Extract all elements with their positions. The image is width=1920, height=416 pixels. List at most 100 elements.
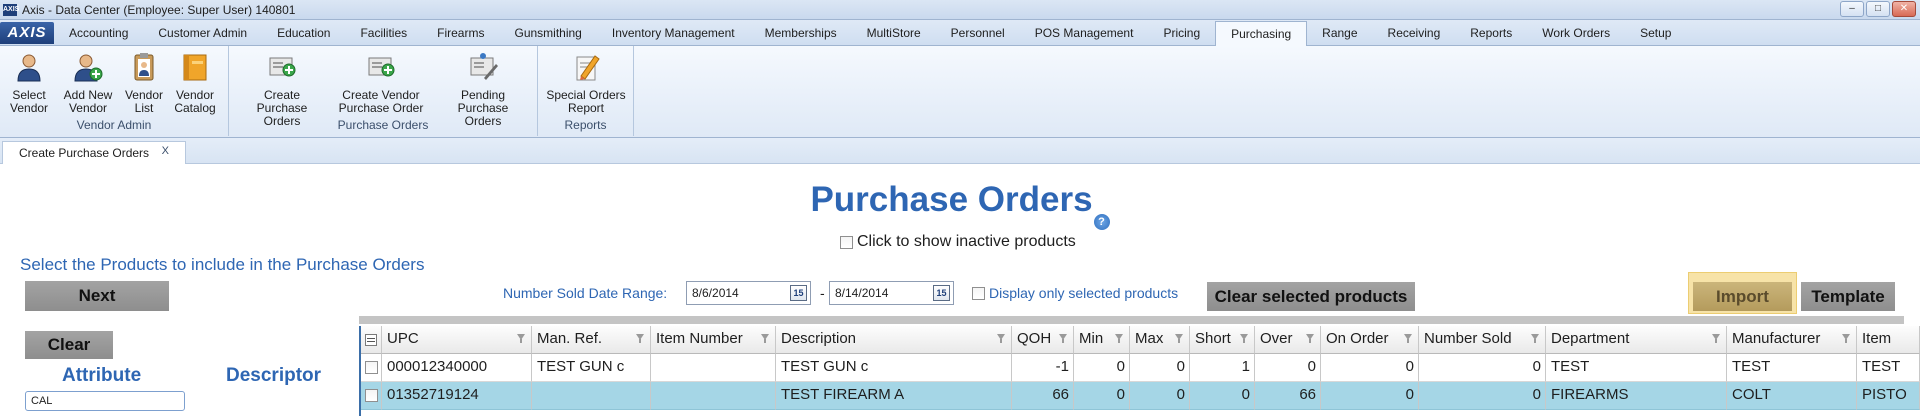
add-new-vendor-button[interactable]: Add New Vendor xyxy=(60,52,116,115)
column-chooser-icon[interactable] xyxy=(365,333,377,346)
filter-icon[interactable] xyxy=(997,334,1006,344)
column-header-min[interactable]: Min xyxy=(1074,326,1130,354)
doc-tab-create-purchase-orders[interactable]: Create Purchase Orders X xyxy=(2,141,186,164)
table-row[interactable]: 000012340000 TEST GUN c TEST GUN c -1 0 … xyxy=(361,354,1920,382)
tab-receiving[interactable]: Receiving xyxy=(1373,20,1456,45)
tab-reports[interactable]: Reports xyxy=(1455,20,1527,45)
template-button[interactable]: Template xyxy=(1801,282,1895,311)
tab-pricing[interactable]: Pricing xyxy=(1148,20,1215,45)
vendor-catalog-button[interactable]: Vendor Catalog xyxy=(172,52,218,115)
filter-icon[interactable] xyxy=(1531,334,1540,344)
column-header-man-ref[interactable]: Man. Ref. xyxy=(532,326,651,354)
maximize-button[interactable]: □ xyxy=(1866,1,1890,17)
filter-icon[interactable] xyxy=(1115,334,1124,344)
cell-item-number xyxy=(651,354,776,382)
column-header-on-order[interactable]: On Order xyxy=(1321,326,1419,354)
calendar-icon[interactable]: 15 xyxy=(790,285,807,301)
axis-logo[interactable]: AXIS xyxy=(0,22,54,44)
cell-qoh: -1 xyxy=(1012,354,1074,382)
cell-man-ref xyxy=(532,382,651,410)
minimize-button[interactable]: – xyxy=(1840,1,1864,17)
person-icon xyxy=(14,52,44,82)
cell-short: 0 xyxy=(1190,382,1255,410)
cell-department: FIREARMS xyxy=(1546,382,1727,410)
column-header-department[interactable]: Department xyxy=(1546,326,1727,354)
close-tab-icon[interactable]: X xyxy=(162,140,169,162)
column-header-item-number[interactable]: Item Number xyxy=(651,326,776,354)
filter-icon[interactable] xyxy=(636,334,645,344)
show-inactive-checkbox[interactable] xyxy=(840,235,853,249)
page-title: Purchase Orders? xyxy=(0,180,1920,230)
column-chooser-cell[interactable] xyxy=(361,326,382,354)
import-button[interactable]: Import xyxy=(1693,282,1792,311)
special-orders-report-button[interactable]: Special Orders Report xyxy=(544,52,628,115)
cell-description: TEST GUN c xyxy=(776,354,1012,382)
grid-splitter-bar[interactable] xyxy=(359,316,1904,324)
tab-setup[interactable]: Setup xyxy=(1625,20,1686,45)
calendar-icon[interactable]: 15 xyxy=(933,285,950,301)
column-header-item[interactable]: Item xyxy=(1857,326,1920,354)
row-select-checkbox[interactable] xyxy=(364,389,378,402)
column-header-number-sold[interactable]: Number Sold xyxy=(1419,326,1546,354)
pending-purchase-orders-button[interactable]: Pending Purchase Orders xyxy=(434,52,532,128)
filter-icon[interactable] xyxy=(1175,334,1184,344)
tab-pos-management[interactable]: POS Management xyxy=(1020,20,1149,45)
table-row[interactable]: 01352719124 TEST FIREARM A 66 0 0 0 66 0… xyxy=(361,382,1920,410)
row-select-checkbox[interactable] xyxy=(364,361,378,374)
tab-range[interactable]: Range xyxy=(1307,20,1372,45)
cell-short: 1 xyxy=(1190,354,1255,382)
display-only-selected-toggle[interactable]: Display only selected products xyxy=(972,285,1178,301)
select-vendor-button[interactable]: Select Vendor xyxy=(10,52,48,115)
help-icon[interactable]: ? xyxy=(1093,214,1110,230)
create-vendor-purchase-order-button[interactable]: Create Vendor Purchase Order xyxy=(335,52,427,115)
row-select-cell[interactable] xyxy=(361,354,382,382)
report-pencil-icon xyxy=(571,52,601,82)
column-header-upc[interactable]: UPC xyxy=(382,326,532,354)
doc-tab-label: Create Purchase Orders xyxy=(19,146,150,160)
filter-icon[interactable] xyxy=(761,334,770,344)
tab-education[interactable]: Education xyxy=(262,20,345,45)
cell-man-ref: TEST GUN c xyxy=(532,354,651,382)
tab-inventory-management[interactable]: Inventory Management xyxy=(597,20,750,45)
column-header-qoh[interactable]: QOH xyxy=(1012,326,1074,354)
filter-icon[interactable] xyxy=(1404,334,1413,344)
group-vendor-admin: Select Vendor Add New Vendor Vendor List… xyxy=(0,46,229,136)
date-from-field[interactable]: 8/6/2014 15 xyxy=(686,281,811,305)
clear-selected-products-button[interactable]: Clear selected products xyxy=(1207,282,1415,311)
column-header-manufacturer[interactable]: Manufacturer xyxy=(1727,326,1857,354)
filter-icon[interactable] xyxy=(517,334,526,344)
filter-icon[interactable] xyxy=(1712,334,1721,344)
next-button[interactable]: Next xyxy=(25,281,169,311)
column-header-max[interactable]: Max xyxy=(1130,326,1190,354)
tab-facilities[interactable]: Facilities xyxy=(345,20,422,45)
show-inactive-label: Click to show inactive products xyxy=(857,233,1076,250)
tab-purchasing[interactable]: Purchasing xyxy=(1215,21,1308,47)
tab-multistore[interactable]: MultiStore xyxy=(852,20,936,45)
filter-icon[interactable] xyxy=(1842,334,1851,344)
tab-work-orders[interactable]: Work Orders xyxy=(1527,20,1625,45)
close-window-button[interactable]: ✕ xyxy=(1892,1,1916,17)
clear-filters-button[interactable]: Clear xyxy=(25,331,113,359)
cell-over: 66 xyxy=(1255,382,1321,410)
tab-customer-admin[interactable]: Customer Admin xyxy=(143,20,262,45)
create-purchase-orders-button[interactable]: Create Purchase Orders xyxy=(237,52,327,128)
date-to-field[interactable]: 8/14/2014 15 xyxy=(829,281,954,305)
attribute-field[interactable]: CAL xyxy=(25,391,185,411)
filter-icon[interactable] xyxy=(1306,334,1315,344)
tab-accounting[interactable]: Accounting xyxy=(54,20,143,45)
group-purchase-orders: Create Purchase Orders Create Vendor Pur… xyxy=(229,46,538,136)
show-inactive-toggle[interactable]: Click to show inactive products xyxy=(840,233,1076,251)
tab-personnel[interactable]: Personnel xyxy=(936,20,1020,45)
tab-memberships[interactable]: Memberships xyxy=(750,20,852,45)
filter-icon[interactable] xyxy=(1240,334,1249,344)
vendor-list-button[interactable]: Vendor List xyxy=(124,52,164,115)
tab-firearms[interactable]: Firearms xyxy=(422,20,499,45)
row-select-cell[interactable] xyxy=(361,382,382,410)
display-only-selected-checkbox[interactable] xyxy=(972,286,985,300)
column-header-description[interactable]: Description xyxy=(776,326,1012,354)
column-header-short[interactable]: Short xyxy=(1190,326,1255,354)
instruction-text: Select the Products to include in the Pu… xyxy=(20,255,425,274)
filter-icon[interactable] xyxy=(1059,334,1068,344)
column-header-over[interactable]: Over xyxy=(1255,326,1321,354)
tab-gunsmithing[interactable]: Gunsmithing xyxy=(499,20,596,45)
